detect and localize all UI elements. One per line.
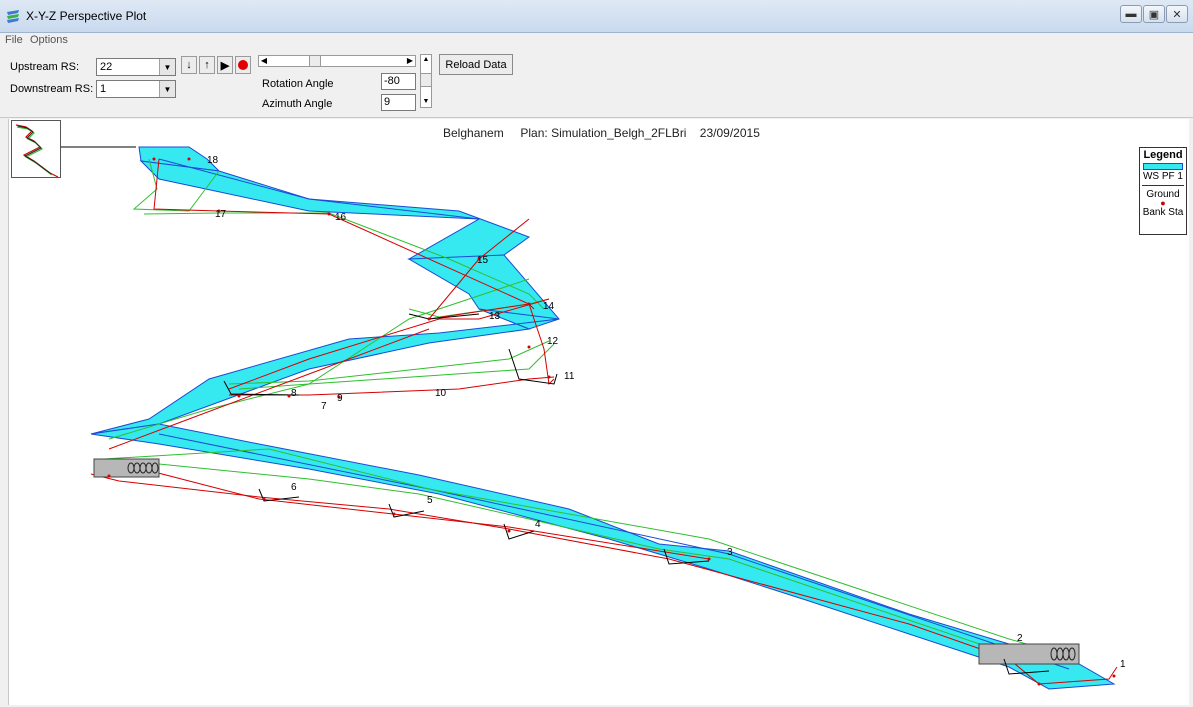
play-icon: ▶ (220, 59, 230, 72)
station-label-5: 5 (427, 495, 433, 506)
chevron-down-icon[interactable]: ▼ (159, 81, 175, 97)
ground-lines-green (102, 158, 1080, 665)
legend-title: Legend (1143, 149, 1183, 161)
legend-divider (1142, 185, 1184, 186)
water-surface-swatch (1143, 163, 1183, 170)
chevron-left-icon[interactable]: ◀ (259, 56, 269, 66)
upstream-value: 22 (100, 61, 113, 73)
water-surface (90, 146, 1116, 690)
arrow-down-icon: ↓ (186, 59, 192, 71)
station-label-1: 1 (1120, 659, 1126, 670)
legend-bank-label: Bank Sta (1142, 207, 1184, 218)
rotation-slider-thumb[interactable] (309, 56, 321, 66)
station-label-4: 4 (535, 519, 541, 530)
chevron-down-icon[interactable]: ▼ (159, 59, 175, 75)
minimize-icon: ▬ (1125, 8, 1137, 20)
bank-station-markers (107, 157, 1116, 686)
arrow-up-icon: ↑ (204, 59, 210, 71)
azimuth-label: Azimuth Angle (262, 98, 333, 110)
menu-bar: File Options (0, 33, 1193, 48)
rotation-slider[interactable]: ◀ ▶ (258, 55, 416, 67)
upstream-select[interactable]: 22 ▼ (96, 58, 176, 76)
chevron-down-icon[interactable]: ▼ (421, 97, 431, 107)
station-label-16: 16 (335, 212, 347, 223)
station-labels: 18 17 16 15 14 13 12 11 10 9 8 7 6 5 4 3… (207, 155, 1126, 670)
station-label-7: 7 (321, 401, 327, 412)
station-label-15: 15 (477, 255, 489, 266)
play-button[interactable]: ▶ (217, 56, 233, 74)
minimize-button[interactable]: ▬ (1120, 5, 1142, 23)
azimuth-angle-field[interactable]: 9 (381, 94, 416, 111)
station-label-18: 18 (207, 155, 219, 166)
downstream-value: 1 (100, 83, 107, 95)
station-label-8: 8 (291, 388, 297, 399)
title-bar: X-Y-Z Perspective Plot ▬ ▣ ✕ (0, 0, 1193, 33)
perspective-plot-area[interactable]: Belghanem Plan: Simulation_Belgh_2FLBri … (8, 119, 1189, 705)
station-label-3: 3 (727, 547, 733, 558)
bank-station-dot-icon: ● (1160, 198, 1166, 208)
legend-ws-label: WS PF 1 (1142, 171, 1183, 182)
record-icon (238, 60, 248, 70)
station-label-9: 9 (337, 393, 343, 404)
maximize-button[interactable]: ▣ (1143, 5, 1165, 23)
rotation-label: Rotation Angle (262, 78, 334, 90)
close-icon: ✕ (1172, 8, 1182, 21)
station-label-14: 14 (543, 301, 555, 312)
station-label-17: 17 (215, 209, 227, 220)
chevron-right-icon[interactable]: ▶ (405, 56, 415, 66)
station-label-13: 13 (489, 311, 501, 322)
legend: Legend WS PF 1 Ground ● Bank Sta (1139, 147, 1187, 235)
station-label-2: 2 (1017, 633, 1023, 644)
app-window: X-Y-Z Perspective Plot ▬ ▣ ✕ File Option… (0, 0, 1193, 707)
azimuth-scroll-thumb[interactable] (421, 73, 431, 87)
chevron-up-icon[interactable]: ▲ (421, 55, 431, 65)
downstream-select[interactable]: 1 ▼ (96, 80, 176, 98)
station-label-6: 6 (291, 482, 297, 493)
perspective-plot: 18 17 16 15 14 13 12 11 10 9 8 7 6 5 4 3… (90, 146, 1126, 690)
move-up-button[interactable]: ↑ (199, 56, 215, 74)
menu-options[interactable]: Options (30, 34, 68, 46)
ground-lines-red (90, 158, 1118, 685)
close-button[interactable]: ✕ (1166, 5, 1188, 23)
rotation-angle-field[interactable]: -80 (381, 73, 416, 90)
toolbar: Upstream RS: 22 ▼ Downstream RS: 1 ▼ ↓ ↑… (0, 48, 1193, 118)
menu-file[interactable]: File (5, 34, 23, 46)
station-label-10: 10 (435, 388, 447, 399)
maximize-icon: ▣ (1148, 8, 1160, 21)
station-label-11: 11 (564, 371, 575, 382)
app-icon (7, 10, 19, 23)
azimuth-scrollbar[interactable]: ▲ ▼ (420, 54, 432, 108)
move-down-button[interactable]: ↓ (181, 56, 197, 74)
window-title: X-Y-Z Perspective Plot (26, 9, 147, 23)
downstream-label: Downstream RS: (10, 83, 94, 95)
reload-data-button[interactable]: Reload Data (439, 54, 513, 75)
record-button[interactable] (235, 56, 251, 74)
upstream-label: Upstream RS: (10, 61, 80, 73)
station-label-12: 12 (547, 336, 559, 347)
